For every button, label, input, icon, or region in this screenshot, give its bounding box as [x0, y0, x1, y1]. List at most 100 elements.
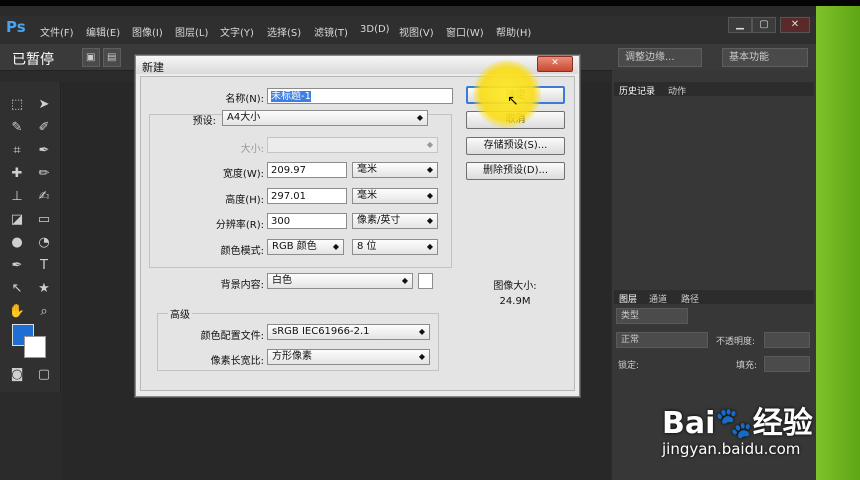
chevron-down-icon: ◆ [426, 140, 433, 149]
tab-history[interactable]: 历史记录 [619, 84, 655, 97]
menu-filter[interactable]: 滤镜(T) [314, 24, 348, 39]
name-label: 名称(N): [225, 94, 264, 105]
path-select-tool-icon[interactable]: ↖ [6, 280, 28, 298]
chevron-down-icon: ◆ [426, 242, 433, 251]
blur-tool-icon[interactable]: ● [6, 234, 28, 252]
resolution-input[interactable]: 300 [267, 213, 347, 229]
shape-tool-icon[interactable]: ★ [33, 280, 55, 298]
menu-edit[interactable]: 编辑(E) [86, 24, 120, 39]
fill-input[interactable] [764, 356, 810, 372]
width-input[interactable]: 209.97 [267, 162, 347, 178]
pen-tool-icon[interactable]: ✒ [6, 257, 28, 275]
status-paused: 已暂停 [12, 52, 54, 68]
close-window-button[interactable]: ✕ [780, 17, 810, 33]
workspace-select[interactable]: 基本功能 [722, 48, 808, 67]
chevron-down-icon: ◆ [426, 191, 433, 200]
menu-help[interactable]: 帮助(H) [496, 24, 531, 39]
baidu-watermark-url: jingyan.baidu.com [662, 440, 801, 458]
preset-label: 预设: [192, 116, 216, 127]
desktop-edge [816, 6, 860, 480]
fill-label: 填充: [736, 361, 758, 371]
width-unit-select[interactable]: 毫米 ◆ [352, 162, 438, 178]
move-tool-icon[interactable]: ➤ [33, 96, 55, 114]
eraser-tool-icon[interactable]: ◪ [6, 211, 28, 229]
baidu-watermark-logo: Bai🐾经验 [662, 406, 813, 441]
marquee-tool-icon[interactable]: ⬚ [6, 96, 28, 114]
tab-layers[interactable]: 图层 [619, 292, 637, 305]
delete-preset-button[interactable]: 删除预设(D)... [466, 162, 565, 180]
minimize-button[interactable]: ▁ [728, 17, 752, 33]
menu-file[interactable]: 文件(F) [40, 24, 74, 39]
height-label: 高度(H): [225, 195, 264, 206]
dialog-title: 新建 [142, 61, 164, 74]
menu-select[interactable]: 选择(S) [267, 24, 301, 39]
save-preset-button[interactable]: 存储预设(S)... [466, 137, 565, 155]
chevron-down-icon: ◆ [418, 352, 425, 361]
menu-window[interactable]: 窗口(W) [446, 24, 484, 39]
quick-select-tool-icon[interactable]: ✐ [33, 119, 55, 137]
menu-type[interactable]: 文字(Y) [220, 24, 254, 39]
image-size-value: 24.9M [499, 296, 531, 307]
width-label: 宽度(W): [222, 169, 264, 180]
stamp-tool-icon[interactable]: ⊥ [6, 188, 28, 206]
history-brush-tool-icon[interactable]: ✍ [33, 188, 55, 206]
crop-tool-icon[interactable]: ⌗ [6, 142, 28, 160]
blend-mode-select[interactable]: 正常 [616, 332, 708, 348]
maximize-button[interactable]: ▢ [752, 17, 776, 33]
quick-mask-icon[interactable]: ◙ [6, 366, 28, 384]
resolution-label: 分辨率(R): [215, 220, 264, 231]
healing-tool-icon[interactable]: ✚ [6, 165, 28, 183]
height-input[interactable]: 297.01 [267, 188, 347, 204]
eyedropper-tool-icon[interactable]: ✒ [33, 142, 55, 160]
dodge-tool-icon[interactable]: ◔ [33, 234, 55, 252]
type-tool-icon[interactable]: T [33, 257, 55, 275]
add-selection-icon[interactable]: ▤ [103, 48, 121, 67]
name-input[interactable]: 未标题-1 [267, 88, 453, 104]
cursor-icon: ↖ [507, 93, 519, 109]
color-profile-select[interactable]: sRGB IEC61966-2.1 ◆ [267, 324, 430, 340]
tab-actions[interactable]: 动作 [668, 84, 686, 97]
opacity-input[interactable] [764, 332, 810, 348]
chevron-down-icon: ◆ [416, 113, 423, 122]
lock-label: 锁定: [618, 361, 640, 371]
background-color-swatch[interactable] [24, 336, 46, 358]
opacity-label: 不透明度: [716, 337, 756, 347]
image-size-label: 图像大小: [493, 281, 537, 292]
tab-channels[interactable]: 通道 [649, 292, 667, 305]
color-profile-label: 颜色配置文件: [200, 331, 264, 342]
advanced-label: 高级 [168, 306, 192, 321]
chevron-down-icon: ◆ [332, 242, 339, 251]
preset-select[interactable]: A4大小 ◆ [222, 110, 428, 126]
pixel-aspect-select[interactable]: 方形像素 ◆ [267, 349, 430, 365]
ps-logo: Ps [6, 18, 26, 36]
color-mode-select[interactable]: RGB 颜色 ◆ [267, 239, 344, 255]
size-label: 大小: [240, 144, 264, 155]
resolution-unit-select[interactable]: 像素/英寸 ◆ [352, 213, 438, 229]
height-unit-select[interactable]: 毫米 ◆ [352, 188, 438, 204]
color-mode-label: 颜色模式: [220, 246, 264, 257]
menu-layer[interactable]: 图层(L) [175, 24, 208, 39]
menu-view[interactable]: 视图(V) [399, 24, 434, 39]
bit-depth-select[interactable]: 8 位 ◆ [352, 239, 438, 255]
background-color-preview[interactable] [418, 273, 433, 289]
chevron-down-icon: ◆ [418, 327, 425, 336]
screen-mode-icon[interactable]: ▢ [33, 366, 55, 384]
zoom-tool-icon[interactable]: ⌕ [33, 303, 55, 321]
dialog-close-button[interactable]: ✕ [537, 56, 573, 72]
layer-filter-select[interactable]: 类型 [616, 308, 688, 324]
lasso-tool-icon[interactable]: ✎ [6, 119, 28, 137]
menu-3d[interactable]: 3D(D) [360, 24, 390, 35]
chevron-down-icon: ◆ [426, 165, 433, 174]
pixel-aspect-label: 像素长宽比: [210, 356, 264, 367]
menu-image[interactable]: 图像(I) [132, 24, 163, 39]
gradient-tool-icon[interactable]: ▭ [33, 211, 55, 229]
new-selection-icon[interactable]: ▣ [82, 48, 100, 67]
size-select: ◆ [267, 137, 438, 153]
background-select[interactable]: 白色 ◆ [267, 273, 413, 289]
chevron-down-icon: ◆ [426, 216, 433, 225]
hand-tool-icon[interactable]: ✋ [6, 303, 28, 321]
tab-paths[interactable]: 路径 [681, 292, 699, 305]
background-label: 背景内容: [220, 280, 264, 291]
brush-tool-icon[interactable]: ✏ [33, 165, 55, 183]
refine-edge-button[interactable]: 调整边缘... [618, 48, 702, 67]
